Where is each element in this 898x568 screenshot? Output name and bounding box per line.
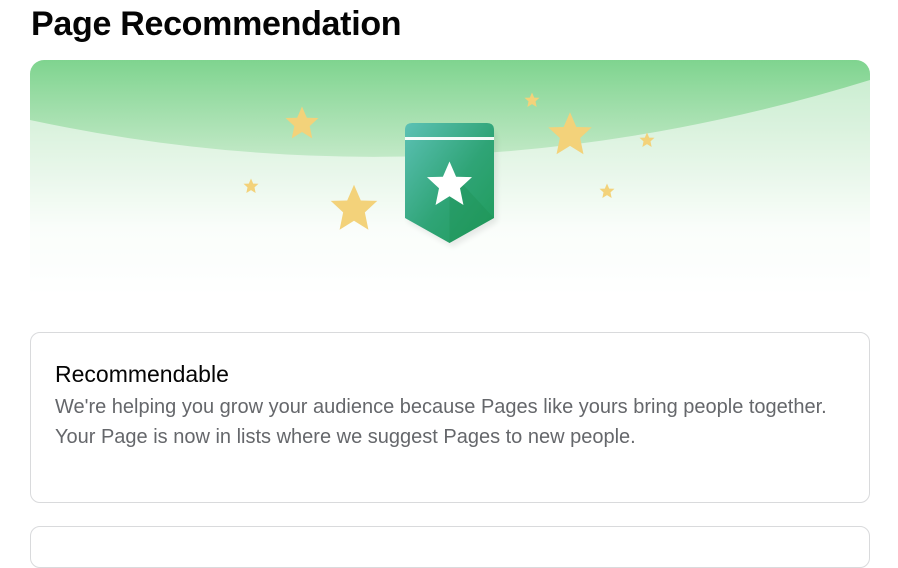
status-title: Recommendable xyxy=(55,361,229,387)
next-card xyxy=(30,526,870,568)
recommendation-banner xyxy=(30,60,870,300)
status-description: We're helping you grow your audience bec… xyxy=(55,396,827,448)
banner-illustration xyxy=(30,60,870,300)
recommendation-status-card: Recommendable We're helping you grow you… xyxy=(30,332,870,503)
page-title: Page Recommendation xyxy=(31,5,402,43)
